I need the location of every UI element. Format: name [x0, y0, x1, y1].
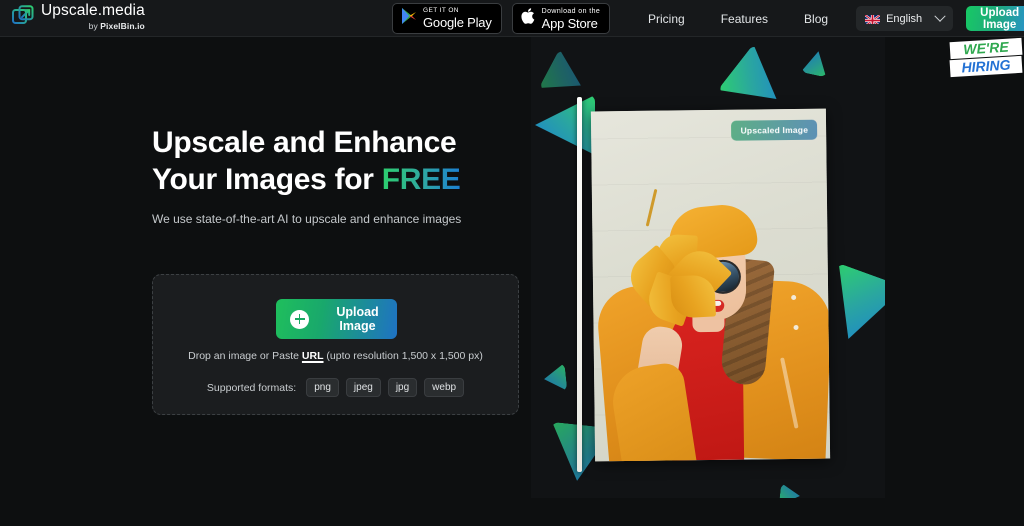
brand-name: Upscale.media	[41, 2, 145, 19]
decor-triangle-6	[543, 363, 568, 393]
photo-subject	[591, 109, 831, 462]
format-chip-png[interactable]: png	[306, 378, 339, 397]
main-nav: Pricing Features Blog English Upload Ima…	[630, 0, 1024, 37]
footer-strip	[0, 498, 1024, 526]
format-chip-jpg[interactable]: jpg	[387, 378, 418, 397]
google-play-badge[interactable]: GET IT ON Google Play	[392, 3, 502, 34]
brand-logo[interactable]: Upscale.media by PixelBin.io	[12, 3, 145, 30]
decor-triangle-2	[535, 95, 595, 155]
preview-panel: Upscaled Image	[531, 37, 885, 498]
language-selector[interactable]: English	[856, 6, 954, 31]
paste-url-link[interactable]: URL	[302, 350, 324, 362]
brand-byline: by PixelBin.io	[88, 20, 145, 31]
uk-flag-icon	[865, 13, 881, 24]
format-chip-jpeg[interactable]: jpeg	[345, 378, 381, 397]
nav-item-features[interactable]: Features	[703, 12, 786, 26]
drop-instructions: Drop an image or Paste URL (upto resolut…	[188, 350, 483, 362]
upscaled-image-badge[interactable]: Upscaled Image	[731, 119, 818, 141]
page-subtitle: We use state-of-the-art AI to upscale an…	[152, 212, 462, 226]
google-play-small-label: GET IT ON	[423, 6, 459, 14]
comparison-slider[interactable]	[577, 97, 582, 472]
upload-dropzone[interactable]: Upload Image Drop an image or Paste URL …	[152, 274, 519, 415]
plus-circle-icon	[290, 309, 309, 329]
nav-item-blog[interactable]: Blog	[786, 12, 846, 26]
site-header: Upscale.media by PixelBin.io GET IT ON G…	[0, 0, 1024, 37]
app-store-small-label: Download on the	[541, 7, 601, 15]
header-upload-image-button[interactable]: Upload Image	[966, 6, 1024, 31]
decor-triangle-4	[801, 49, 831, 78]
title-line-1: Upscale and Enhance	[152, 126, 457, 159]
upload-image-button-label: Upload Image	[336, 305, 379, 333]
title-line-2: Your Images for	[152, 163, 382, 196]
format-chip-webp[interactable]: webp	[424, 378, 465, 397]
upload-image-button[interactable]: Upload Image	[276, 299, 397, 339]
app-store-label: App Store	[541, 15, 598, 31]
page-title: Upscale and Enhance Your Images for FREE	[152, 124, 461, 198]
title-highlight-free: FREE	[381, 163, 461, 196]
language-label: English	[886, 12, 923, 25]
decor-triangle-8	[779, 483, 801, 498]
upscale-arrow-icon	[12, 5, 34, 27]
nav-item-pricing[interactable]: Pricing	[630, 12, 703, 26]
apple-icon	[521, 7, 536, 30]
were-hiring-badge[interactable]: WE'RE HIRING	[949, 37, 1023, 78]
google-play-icon	[401, 7, 417, 30]
store-badges: GET IT ON Google Play Download on the Ap…	[392, 3, 611, 34]
chevron-down-icon	[934, 10, 946, 22]
app-store-badge[interactable]: Download on the App Store	[511, 3, 611, 34]
hiring-line-2: HIRING	[949, 55, 1023, 78]
upscaled-preview-image: Upscaled Image	[590, 108, 831, 462]
supported-formats-label: Supported formats:	[206, 381, 297, 394]
google-play-label: Google Play	[423, 15, 492, 31]
supported-formats-row: Supported formats: png jpeg jpg webp	[153, 378, 518, 397]
